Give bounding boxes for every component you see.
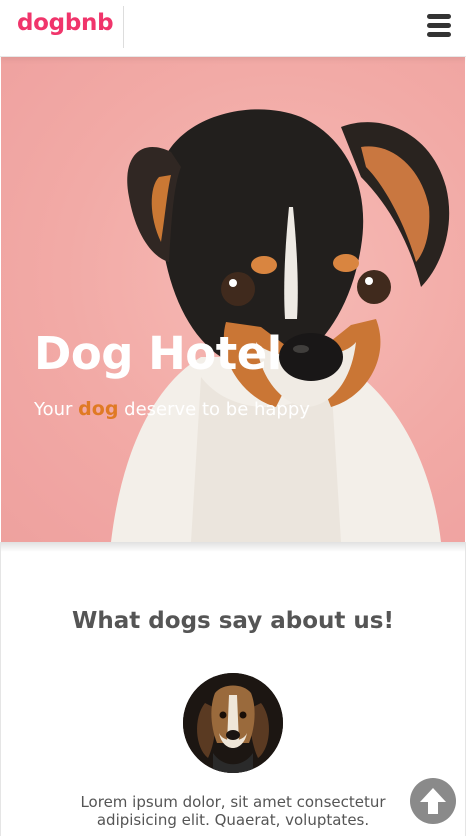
hero-subtitle: Your dog deserve to be happy bbox=[34, 398, 310, 420]
arrow-up-icon bbox=[420, 788, 446, 814]
hero-subtitle-before: Your bbox=[34, 399, 73, 420]
hamburger-menu-icon[interactable] bbox=[427, 14, 451, 38]
beagle-photo bbox=[183, 673, 283, 773]
scroll-to-top-button[interactable] bbox=[410, 778, 456, 824]
nav-divider bbox=[123, 6, 124, 48]
testimonials-heading: What dogs say about us! bbox=[72, 608, 394, 634]
hero-subtitle-accent: dog bbox=[78, 398, 119, 420]
testimonial-quote: Lorem ipsum dolor, sit amet consectetur … bbox=[80, 793, 386, 829]
page-border-left bbox=[0, 542, 1, 836]
hero-subtitle-after: deserve to be happy bbox=[124, 399, 310, 420]
hero-shadow bbox=[1, 542, 465, 552]
brand-logo[interactable]: dogbnb bbox=[17, 10, 114, 36]
dog-photo bbox=[111, 109, 450, 542]
navbar: dogbnb bbox=[0, 0, 466, 57]
hero-banner: Dog Hotel Your dog deserve to be happy bbox=[1, 57, 465, 542]
hero-title: Dog Hotel bbox=[34, 327, 282, 380]
avatar bbox=[183, 673, 283, 773]
